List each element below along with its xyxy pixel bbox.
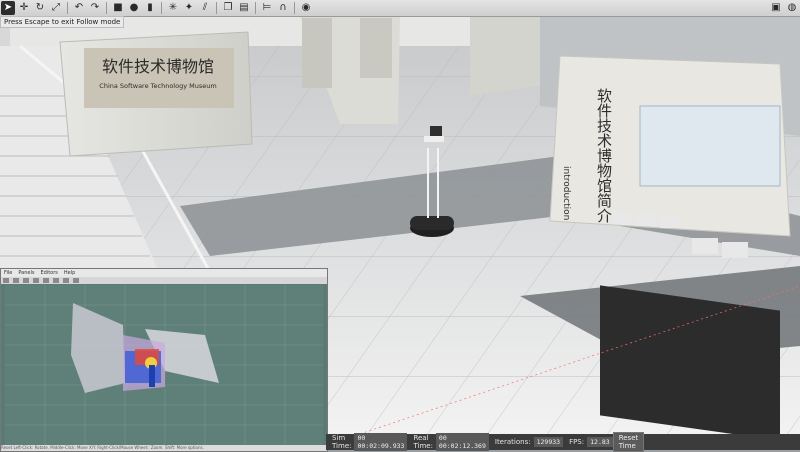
intro-title-en: introduction xyxy=(561,166,571,220)
rviz-menu-panels[interactable]: Panels xyxy=(18,270,34,276)
cylinder-icon[interactable]: ▮ xyxy=(143,1,157,15)
snap-icon[interactable]: ∩ xyxy=(276,1,290,15)
toolbar-divider xyxy=(67,2,68,14)
align-icon[interactable]: ⊨ xyxy=(260,1,274,15)
museum-sign-en: China Software Technology Museum xyxy=(99,82,216,90)
sim-time: Sim Time: 00 00:02:09.933 xyxy=(332,433,408,451)
toolbar-divider xyxy=(161,2,162,14)
sim-time-label: Sim Time: xyxy=(332,434,352,450)
rviz-menu-bar: File Panels Editors Help xyxy=(1,269,327,277)
intro-title-cn: 软件技术博物馆简介 xyxy=(595,88,613,223)
select-arrow-icon[interactable]: ➤ xyxy=(1,1,15,15)
copy-icon[interactable]: ❐ xyxy=(221,1,235,15)
scale-icon[interactable]: ⤢ xyxy=(49,1,63,15)
change-view-icon[interactable]: ◉ xyxy=(299,1,313,15)
2d-nav-goal-icon[interactable] xyxy=(63,278,69,283)
iterations-value: 129933 xyxy=(533,437,564,447)
publish-point-icon[interactable] xyxy=(73,278,79,283)
toolbar-divider xyxy=(255,2,256,14)
paste-icon[interactable]: ▤ xyxy=(237,1,251,15)
rviz-toolbar xyxy=(1,277,327,284)
toolbar-divider xyxy=(216,2,217,14)
sim-time-value: 00 00:02:09.933 xyxy=(354,433,408,451)
real-time-value: 00 00:02:12.369 xyxy=(435,433,489,451)
rviz-menu-file[interactable]: File xyxy=(4,270,12,276)
box-icon[interactable]: ■ xyxy=(111,1,125,15)
redo-icon[interactable]: ↷ xyxy=(88,1,102,15)
toolbar-divider xyxy=(294,2,295,14)
fps: FPS: 12.83 xyxy=(569,437,613,447)
main-toolbar: ➤ ✛ ↻ ⤢ ↶ ↷ ■ ● ▮ ✳ ✦ ⫽ ❐ ▤ ⊨ ∩ ◉ ▣ ◍ xyxy=(0,0,800,17)
robot-path xyxy=(149,365,155,387)
real-time-label: Real Time: xyxy=(413,434,433,450)
rotate-icon[interactable]: ↻ xyxy=(33,1,47,15)
iterations: Iterations: 129933 xyxy=(494,437,564,447)
display-pillar-mid xyxy=(470,16,540,96)
toolbar-divider xyxy=(106,2,107,14)
move-camera-icon[interactable] xyxy=(13,278,19,283)
museum-sign-cn: 软件技术博物馆 xyxy=(102,57,214,76)
interact-icon[interactable] xyxy=(3,278,9,283)
status-bar: Sim Time: 00 00:02:09.933 Real Time: 00 … xyxy=(326,432,800,452)
record-icon[interactable]: ◍ xyxy=(785,1,799,15)
reset-time-button[interactable]: Reset Time xyxy=(612,432,645,452)
follow-mode-hint: Press Escape to exit Follow mode xyxy=(0,16,125,28)
poster-panel xyxy=(360,18,392,78)
2d-pose-estimate-icon[interactable] xyxy=(53,278,59,283)
move-icon[interactable]: ✛ xyxy=(17,1,31,15)
iterations-label: Iterations: xyxy=(494,438,531,446)
spot-light-icon[interactable]: ✦ xyxy=(182,1,196,15)
fps-label: FPS: xyxy=(569,438,585,446)
screenshot-icon[interactable]: ▣ xyxy=(769,1,783,15)
real-time: Real Time: 00 00:02:12.369 xyxy=(413,433,489,451)
rviz-menu-editors[interactable]: Editors xyxy=(40,270,57,276)
point-light-icon[interactable]: ✳ xyxy=(166,1,180,15)
rviz-status-bar: Reset Left-Click: Rotate. Middle-Click: … xyxy=(1,445,327,451)
sphere-icon[interactable]: ● xyxy=(127,1,141,15)
info-counter xyxy=(600,285,780,434)
rviz-3d-view[interactable] xyxy=(5,285,323,445)
rviz-window: File Panels Editors Help Reset Left-Clic… xyxy=(0,268,328,452)
poster-panel xyxy=(302,18,332,88)
directional-light-icon[interactable]: ⫽ xyxy=(198,1,212,15)
rviz-menu-help[interactable]: Help xyxy=(64,270,75,276)
undo-icon[interactable]: ↶ xyxy=(72,1,86,15)
select-icon[interactable] xyxy=(23,278,29,283)
intro-poster xyxy=(639,105,781,187)
fps-value: 12.83 xyxy=(587,437,613,447)
focus-camera-icon[interactable] xyxy=(33,278,39,283)
measure-icon[interactable] xyxy=(43,278,49,283)
